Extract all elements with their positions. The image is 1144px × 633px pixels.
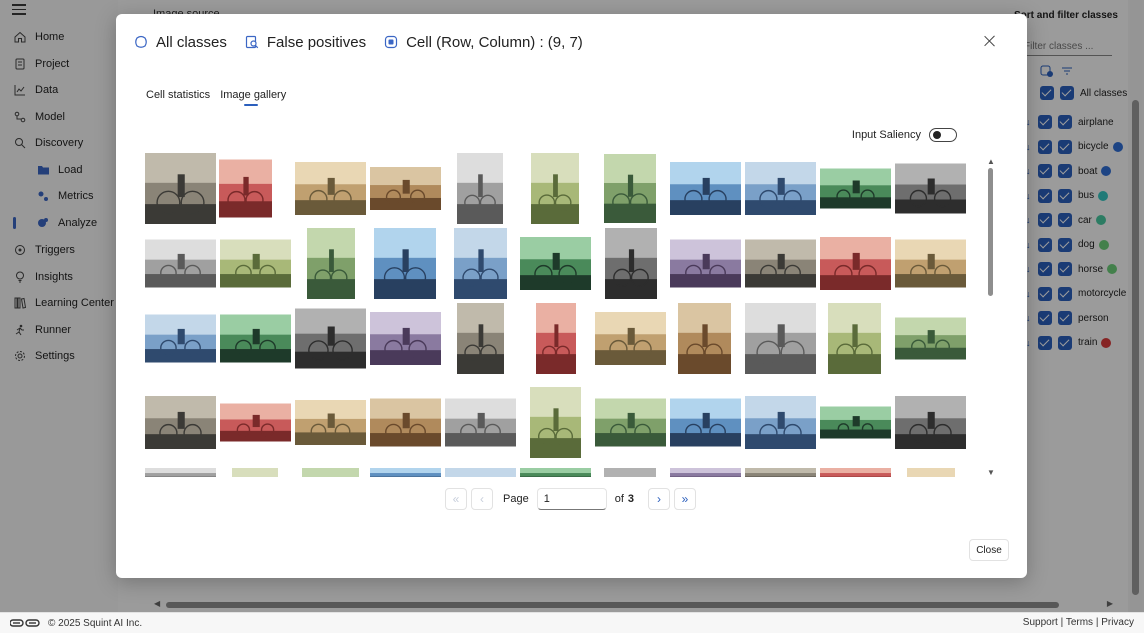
gallery-dialog: All classes False positives Cell (Row, C… — [116, 14, 1027, 578]
gallery-thumbnail[interactable] — [895, 239, 966, 288]
gallery-thumbnail[interactable] — [820, 468, 891, 477]
tab-cell-statistics[interactable]: Cell statistics — [146, 89, 210, 106]
page-label: Page — [503, 493, 529, 505]
gallery-thumbnail[interactable] — [307, 228, 355, 299]
last-page-button[interactable]: » — [674, 488, 697, 510]
squint-logo-icon — [10, 619, 40, 627]
gallery-thumbnail[interactable] — [302, 468, 359, 477]
cell-icon — [384, 35, 398, 49]
gallery-thumbnail[interactable] — [670, 239, 741, 288]
gallery-thumbnail[interactable] — [145, 314, 216, 363]
gallery-thumbnail[interactable] — [605, 228, 657, 299]
gallery-thumbnail[interactable] — [595, 312, 666, 365]
gallery-thumbnail[interactable] — [670, 398, 741, 447]
gallery-thumbnail[interactable] — [895, 396, 966, 449]
gallery-thumbnail[interactable] — [604, 468, 656, 477]
input-saliency-label: Input Saliency — [851, 129, 921, 141]
dialog-title-type: False positives — [266, 33, 367, 51]
gallery-thumbnail[interactable] — [370, 468, 441, 477]
gallery-thumbnail[interactable] — [828, 303, 881, 374]
gallery-thumbnail[interactable] — [145, 239, 216, 288]
gallery-thumbnail[interactable] — [219, 159, 272, 218]
gallery-thumbnail[interactable] — [457, 153, 503, 224]
gallery-thumbnail[interactable] — [595, 398, 666, 447]
gallery-thumbnail[interactable] — [295, 162, 366, 215]
dialog-title-cell: Cell (Row, Column) : (9, 7) — [406, 33, 583, 51]
dialog-tabs: Cell statistics Image gallery — [146, 89, 286, 106]
gallery-thumbnail[interactable] — [232, 468, 278, 477]
gallery-thumbnail[interactable] — [745, 468, 816, 477]
gallery-scrollbar[interactable]: ▲ ▼ — [987, 157, 995, 477]
gallery-thumbnail[interactable] — [145, 468, 216, 477]
next-page-button[interactable]: › — [648, 488, 671, 510]
gallery-thumbnail[interactable] — [670, 468, 741, 477]
gallery-thumbnail[interactable] — [370, 312, 441, 365]
gallery-thumbnail[interactable] — [520, 468, 591, 477]
input-saliency-toggle[interactable] — [929, 128, 957, 142]
gallery-thumbnail[interactable] — [457, 303, 504, 374]
first-page-button[interactable]: « — [445, 488, 467, 510]
gallery-thumbnail[interactable] — [445, 398, 516, 447]
class-blob-icon — [134, 35, 148, 49]
scroll-up-icon[interactable]: ▲ — [987, 157, 995, 166]
close-dialog-icon[interactable] — [983, 34, 997, 48]
gallery-thumbnail[interactable] — [604, 154, 656, 223]
gallery-thumbnail[interactable] — [907, 468, 955, 477]
gallery-thumbnail[interactable] — [745, 162, 816, 215]
gallery-thumbnail[interactable] — [745, 239, 816, 288]
support-link[interactable]: Support — [1023, 617, 1058, 628]
gallery-thumbnail[interactable] — [895, 317, 966, 360]
page-of-label: of — [614, 493, 624, 505]
gallery-thumbnail[interactable] — [531, 153, 579, 224]
gallery-thumbnail[interactable] — [678, 303, 731, 374]
gallery-thumbnail[interactable] — [295, 400, 366, 445]
gallery-thumbnail[interactable] — [520, 237, 591, 290]
privacy-link[interactable]: Privacy — [1101, 617, 1134, 628]
gallery-thumbnail[interactable] — [220, 314, 291, 363]
gallery-grid — [145, 153, 966, 477]
previous-page-button[interactable]: ‹ — [471, 488, 493, 510]
gallery-thumbnail[interactable] — [145, 153, 216, 224]
gallery-thumbnail[interactable] — [745, 303, 816, 374]
gallery-thumbnail[interactable] — [295, 308, 366, 369]
tab-image-gallery[interactable]: Image gallery — [220, 89, 286, 106]
pagination: « ‹ Page of 3 › » — [445, 487, 700, 511]
page-total: 3 — [627, 493, 635, 505]
footer: © 2025 Squint AI Inc. Support | Terms | … — [0, 612, 1144, 633]
dialog-header: All classes False positives Cell (Row, C… — [134, 32, 601, 52]
gallery-thumbnail[interactable] — [745, 396, 816, 449]
gallery-thumbnail[interactable] — [220, 239, 291, 288]
gallery-thumbnail[interactable] — [820, 237, 891, 290]
gallery-thumbnail[interactable] — [895, 163, 966, 214]
gallery-thumbnail[interactable] — [220, 403, 291, 442]
gallery-thumbnail[interactable] — [820, 406, 891, 439]
input-saliency-control: Input Saliency — [852, 128, 957, 142]
gallery-thumbnail[interactable] — [454, 228, 507, 299]
page-number-input[interactable] — [536, 488, 607, 510]
gallery-thumbnail[interactable] — [370, 398, 441, 447]
gallery-thumbnail[interactable] — [536, 303, 576, 374]
gallery-thumbnail[interactable] — [530, 387, 581, 458]
dialog-title-class: All classes — [156, 33, 227, 51]
close-button[interactable]: Close — [969, 539, 1009, 561]
scroll-down-icon[interactable]: ▼ — [987, 468, 995, 477]
copyright-text: © 2025 Squint AI Inc. — [48, 617, 143, 629]
terms-link[interactable]: Terms — [1066, 617, 1093, 628]
gallery-thumbnail[interactable] — [445, 468, 516, 477]
image-gallery — [145, 153, 978, 477]
false-positive-icon — [245, 35, 259, 49]
gallery-scroll-thumb[interactable] — [988, 168, 993, 296]
gallery-thumbnail[interactable] — [820, 168, 891, 209]
gallery-thumbnail[interactable] — [374, 228, 436, 299]
gallery-thumbnail[interactable] — [145, 396, 216, 449]
gallery-thumbnail[interactable] — [670, 162, 741, 215]
gallery-thumbnail[interactable] — [370, 167, 441, 210]
